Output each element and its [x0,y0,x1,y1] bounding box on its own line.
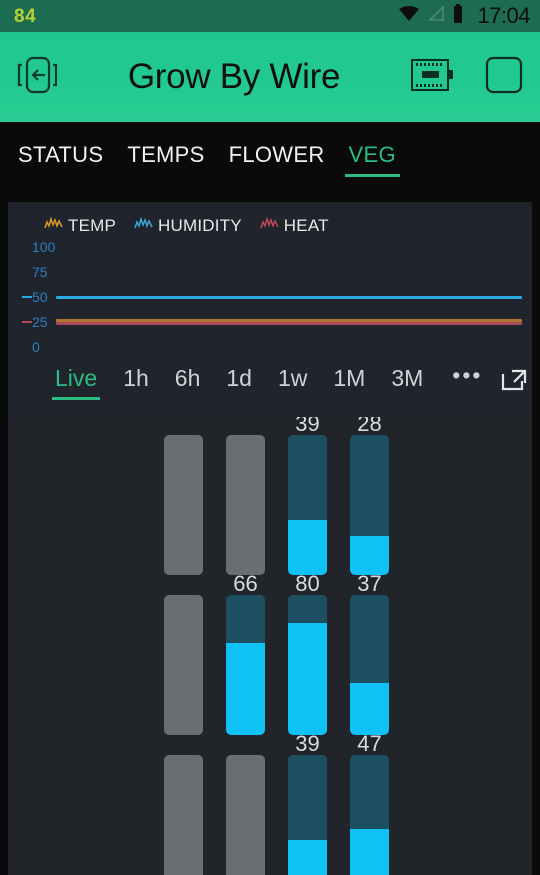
y-axis-tick-100: 100 [32,239,56,255]
status-bar: 84 17:04 [0,0,540,32]
bar-item[interactable] [288,435,327,575]
bar-value-label: 28 [357,417,382,436]
bar-item[interactable] [350,435,389,575]
bar-value-label: 66 [233,571,258,596]
bar-placeholder[interactable] [164,435,203,575]
bar-placeholder[interactable] [226,435,265,575]
legend-item-humidity[interactable]: HUMIDITY [134,215,242,236]
range-1d[interactable]: 1d [213,365,265,404]
bar-row: 39 47 [8,731,532,875]
sparkline-icon [134,215,153,236]
bar-fill [288,520,327,575]
y-tick-mark-25 [22,321,32,323]
bar-fill [350,535,389,575]
bar-value-label: 39 [295,417,320,436]
external-link-icon [500,369,528,397]
range-1w[interactable]: 1w [265,365,320,404]
exit-back-button[interactable] [0,32,72,122]
bar-fill [226,642,265,735]
range-1h[interactable]: 1h [110,365,162,404]
tab-temps[interactable]: TEMPS [115,122,216,196]
tab-flower[interactable]: FLOWER [217,122,337,196]
range-label: 1d [226,365,252,391]
status-left-indicator: 84 [14,5,37,27]
tab-label: TEMPS [127,142,205,167]
chart-card: TEMP HUMIDITY HEAT 100 75 50 25 0 Live 1… [8,202,532,875]
bar-fill [350,829,389,875]
range-label: 1h [123,365,149,391]
cell-signal-icon [427,5,445,27]
rounded-square-icon [484,55,524,100]
range-label: 1w [277,365,308,391]
recents-button[interactable] [468,32,540,122]
sparkline-icon [44,215,63,236]
bar-value-label: 80 [295,571,320,596]
bar-fill [350,683,389,735]
y-tick-mark-50 [22,296,32,298]
range-label: Live [55,365,98,391]
sparkline-icon [260,215,279,236]
tab-label: VEG [348,142,396,167]
wifi-icon [398,5,420,27]
series-line-heat [56,322,522,325]
range-1m[interactable]: 1M [320,365,378,404]
tab-status[interactable]: STATUS [6,122,115,196]
bar-placeholder[interactable] [164,755,203,875]
device-chip-button[interactable] [396,32,468,122]
expand-chart-button[interactable] [490,365,528,398]
bar-item[interactable] [226,595,265,735]
legend-label: HUMIDITY [158,216,242,235]
tab-label: FLOWER [228,142,325,167]
range-6h[interactable]: 6h [162,365,214,404]
bar-value-label: 39 [295,731,320,756]
bar-placeholder[interactable] [164,595,203,735]
y-axis-tick-75: 75 [32,264,48,280]
range-live[interactable]: Live [42,365,110,404]
page-title: Grow By Wire [127,57,341,96]
tab-veg[interactable]: VEG [337,122,408,196]
app-root: 84 17:04 Grow By Wire STATUS TEMPS FLOWE… [0,0,540,875]
tab-bar: STATUS TEMPS FLOWER VEG [0,122,540,196]
bar-item[interactable] [288,595,327,735]
legend-label: HEAT [283,216,329,235]
y-axis-tick-25: 25 [32,314,48,330]
bar-value-label: 47 [357,731,382,756]
bar-placeholder[interactable] [226,755,265,875]
range-label: 1M [333,365,366,391]
exit-back-icon [15,53,58,102]
chart-legend: TEMP HUMIDITY HEAT [8,202,532,236]
bar-value-label: 37 [357,571,382,596]
legend-label: TEMP [68,216,117,235]
more-options-button[interactable]: ••• [436,364,490,387]
range-3m[interactable]: 3M [378,365,436,404]
y-axis-tick-50: 50 [32,289,48,305]
bar-row: 39 28 [8,417,532,577]
legend-item-temp[interactable]: TEMP [44,215,117,236]
bar-grid: 39 28 66 80 37 39 47 [8,417,532,875]
bar-item[interactable] [350,755,389,875]
line-chart-plot: 100 75 50 25 0 [8,240,532,355]
bar-row: 66 80 37 [8,571,532,737]
range-active-indicator [52,397,101,400]
status-clock: 17:04 [477,3,530,28]
bar-item[interactable] [288,755,327,875]
app-toolbar: Grow By Wire [0,32,540,122]
microcontroller-chip-icon [409,57,455,98]
series-line-humidity [56,296,522,299]
battery-icon [452,4,464,28]
range-selector: Live 1h 6h 1d 1w 1M 3M ••• [8,355,532,404]
bar-fill [288,840,327,875]
legend-item-heat[interactable]: HEAT [260,215,329,236]
range-label: 6h [174,365,201,391]
tab-label: STATUS [18,142,104,167]
bar-item[interactable] [350,595,389,735]
status-icons: 17:04 [398,4,530,28]
tab-active-indicator [344,174,400,177]
bar-fill [288,623,327,735]
y-axis-tick-0: 0 [32,339,40,355]
range-label: 3M [391,365,424,391]
